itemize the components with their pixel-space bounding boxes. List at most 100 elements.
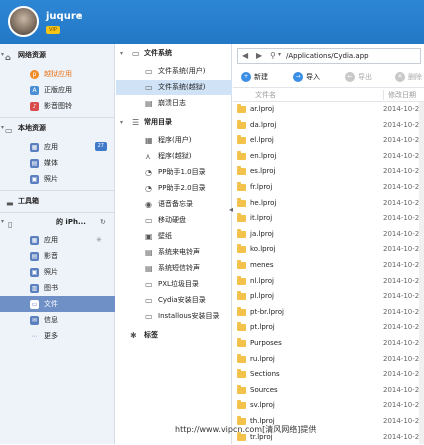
file-row[interactable]: en.lproj 2014-10-26 [233, 149, 424, 164]
tree-item-common[interactable]: ⋏ 程序(越狱) [116, 149, 232, 164]
film-icon: ▤ [30, 252, 39, 261]
folder-icon: ▭ [30, 300, 39, 309]
sidebar-item-genuine-apps[interactable]: A 正版应用 [0, 82, 115, 98]
tree-item-crash-logs[interactable]: ▤ 崩溃日志 [116, 96, 232, 111]
chevron-down-icon[interactable]: ▾ [120, 46, 123, 61]
tree-item-common[interactable]: ◔ PP助手2.0目录 [116, 181, 232, 196]
tree-item-fs-user[interactable]: ▭ 文件系统(用户) [116, 64, 232, 79]
sidebar-item-media[interactable]: ♪ 影音图铃 [0, 98, 115, 114]
column-name-header[interactable]: 文件名 [255, 90, 276, 100]
divider [0, 190, 115, 191]
refresh-icon[interactable]: ↻ [100, 214, 106, 230]
tree-item-common[interactable]: ▦ 程序(用户) [116, 133, 232, 148]
tree-item-common[interactable]: ▭ Installous安装目录 [116, 309, 232, 324]
folder-icon: ▭ [145, 296, 153, 305]
file-date: 2014-10-26 [383, 198, 424, 207]
file-date: 2014-10-26 [383, 136, 424, 145]
avatar[interactable] [8, 6, 39, 37]
file-row[interactable]: ko.lproj 2014-10-26 [233, 242, 424, 257]
sidebar-item-label: 信息 [44, 316, 58, 324]
address-bar[interactable]: ◀ ▶ ⚲ ▾ /Applications/Cydia.app [237, 48, 421, 64]
import-button[interactable]: → 导入 [293, 72, 320, 82]
sidebar-item-jailbreak-apps[interactable]: p 越狱应用 [0, 66, 115, 82]
file-row[interactable]: ar.lproj 2014-10-26 [233, 102, 424, 117]
section-toolbox[interactable]: ▬ 工具箱 [0, 193, 115, 209]
file-row[interactable]: fr.lproj 2014-10-26 [233, 180, 424, 195]
file-row[interactable]: pl.lproj 2014-10-26 [233, 289, 424, 304]
tree-section-label: 文件系统 [144, 49, 172, 57]
file-row[interactable]: it.lproj 2014-10-26 [233, 211, 424, 226]
sidebar-item-device-books[interactable]: ▥ 图书 [0, 280, 115, 296]
chevron-down-icon[interactable]: ▾ [78, 12, 82, 20]
sidebar-item-device-messages[interactable]: ✉ 信息 [0, 312, 115, 328]
chevron-down-icon[interactable]: ▾ [1, 47, 4, 63]
sidebar-item-device-more[interactable]: ⋯ 更多 [0, 328, 115, 344]
file-row[interactable]: Sources 2014-10-23 [233, 383, 424, 398]
sidebar-item-device-photos[interactable]: ▣ 照片 [0, 264, 115, 280]
import-icon: → [293, 72, 303, 82]
scrollbar[interactable] [419, 102, 424, 444]
button-label: 新建 [254, 73, 268, 81]
tree-item-fs-jailbreak[interactable]: ▭ 文件系统(越狱) [116, 80, 232, 95]
file-row[interactable]: menes 2014-10-23 [233, 258, 424, 273]
section-network-resources[interactable]: ▾ ⌂ 网络资源 [0, 47, 115, 63]
pp-icon: ◔ [145, 184, 152, 193]
file-name: da.lproj [250, 120, 277, 129]
file-row[interactable]: pt.lproj 2014-10-26 [233, 320, 424, 335]
film-icon: ▤ [30, 159, 39, 168]
tree-section-tags[interactable]: ✱ 标签 [116, 328, 232, 343]
message-icon: ✉ [30, 316, 39, 325]
delete-button[interactable]: ✕ 删除 [395, 72, 422, 82]
tree-section-common[interactable]: ▾ ☰ 常用目录 [116, 115, 232, 130]
tree-section-filesystem[interactable]: ▾ ▭ 文件系统 [116, 46, 232, 61]
file-row[interactable]: ja.lproj 2014-10-26 [233, 227, 424, 242]
folder-icon [237, 197, 246, 207]
sidebar-item-device-media[interactable]: ▤ 影音 [0, 248, 115, 264]
sidebar-item-local-media[interactable]: ▤ 媒体 [0, 155, 115, 171]
tree-item-common[interactable]: ▭ Cydia安装目录 [116, 293, 232, 308]
folder-icon [237, 104, 246, 113]
tree-item-common[interactable]: ◉ 语音备忘录 [116, 197, 232, 212]
tree-item-common[interactable]: ▭ 移动硬盘 [116, 213, 232, 228]
file-name: sv.lproj [250, 401, 275, 410]
export-button[interactable]: ← 导出 [345, 72, 372, 82]
chevron-down-icon[interactable]: ▾ [278, 51, 281, 58]
microphone-icon: ◉ [145, 200, 152, 209]
file-row[interactable]: Purposes 2014-10-23 [233, 336, 424, 351]
sidebar-item-local-apps[interactable]: ▦ 应用 27 [0, 139, 115, 155]
sidebar-item-device-files[interactable]: ▭ 文件 [0, 296, 115, 312]
tree-item-common[interactable]: ▭ PXL垃圾目录 [116, 277, 232, 292]
toolbox-icon: ▬ [6, 199, 14, 208]
chevron-down-icon[interactable]: ▾ [120, 115, 123, 130]
device-header[interactable]: ▾ ▯ 的 iPh... ↻ [0, 214, 115, 230]
file-row[interactable]: Sections 2014-10-23 [233, 367, 424, 382]
tree-item-common[interactable]: ▤ 系统来电铃声 [116, 245, 232, 260]
forward-icon[interactable]: ▶ [256, 51, 262, 60]
back-icon[interactable]: ◀ [242, 51, 248, 60]
file-row[interactable]: es.lproj 2014-10-26 [233, 164, 424, 179]
loading-icon: ✳ [96, 236, 102, 244]
column-date-header[interactable]: 修改日期 [383, 90, 416, 100]
folder-icon [237, 384, 246, 394]
file-row[interactable]: nl.lproj 2014-10-26 [233, 274, 424, 289]
file-row[interactable]: ru.lproj 2014-10-26 [233, 352, 424, 367]
file-row[interactable]: el.lproj 2014-10-26 [233, 133, 424, 148]
path-text[interactable]: /Applications/Cydia.app [286, 52, 369, 60]
tree-item-common[interactable]: ▤ 系统短信铃声 [116, 261, 232, 276]
chevron-down-icon[interactable]: ▾ [1, 214, 4, 230]
section-local-resources[interactable]: ▾ ▭ 本地资源 [0, 120, 115, 136]
file-row[interactable]: he.lproj 2014-10-26 [233, 196, 424, 211]
tree-item-label: PP助手1.0目录 [158, 168, 206, 176]
sidebar-item-device-apps[interactable]: ▦ 应用 ✳ [0, 232, 115, 248]
file-row[interactable]: da.lproj 2014-10-26 [233, 118, 424, 133]
file-row[interactable]: sv.lproj 2014-10-26 [233, 398, 424, 413]
chevron-down-icon[interactable]: ▾ [1, 120, 4, 136]
file-date: 2014-10-26 [383, 276, 424, 285]
file-row[interactable]: pt-br.lproj 2014-10-26 [233, 305, 424, 320]
file-toolbar: + 新建 → 导入 ← 导出 ✕ 删除 [233, 68, 424, 88]
sidebar-item-local-photos[interactable]: ▣ 照片 [0, 171, 115, 187]
button-label: 导入 [306, 73, 320, 81]
new-button[interactable]: + 新建 [241, 72, 268, 82]
tree-item-common[interactable]: ▣ 壁纸 [116, 229, 232, 244]
tree-item-common[interactable]: ◔ PP助手1.0目录 [116, 165, 232, 180]
